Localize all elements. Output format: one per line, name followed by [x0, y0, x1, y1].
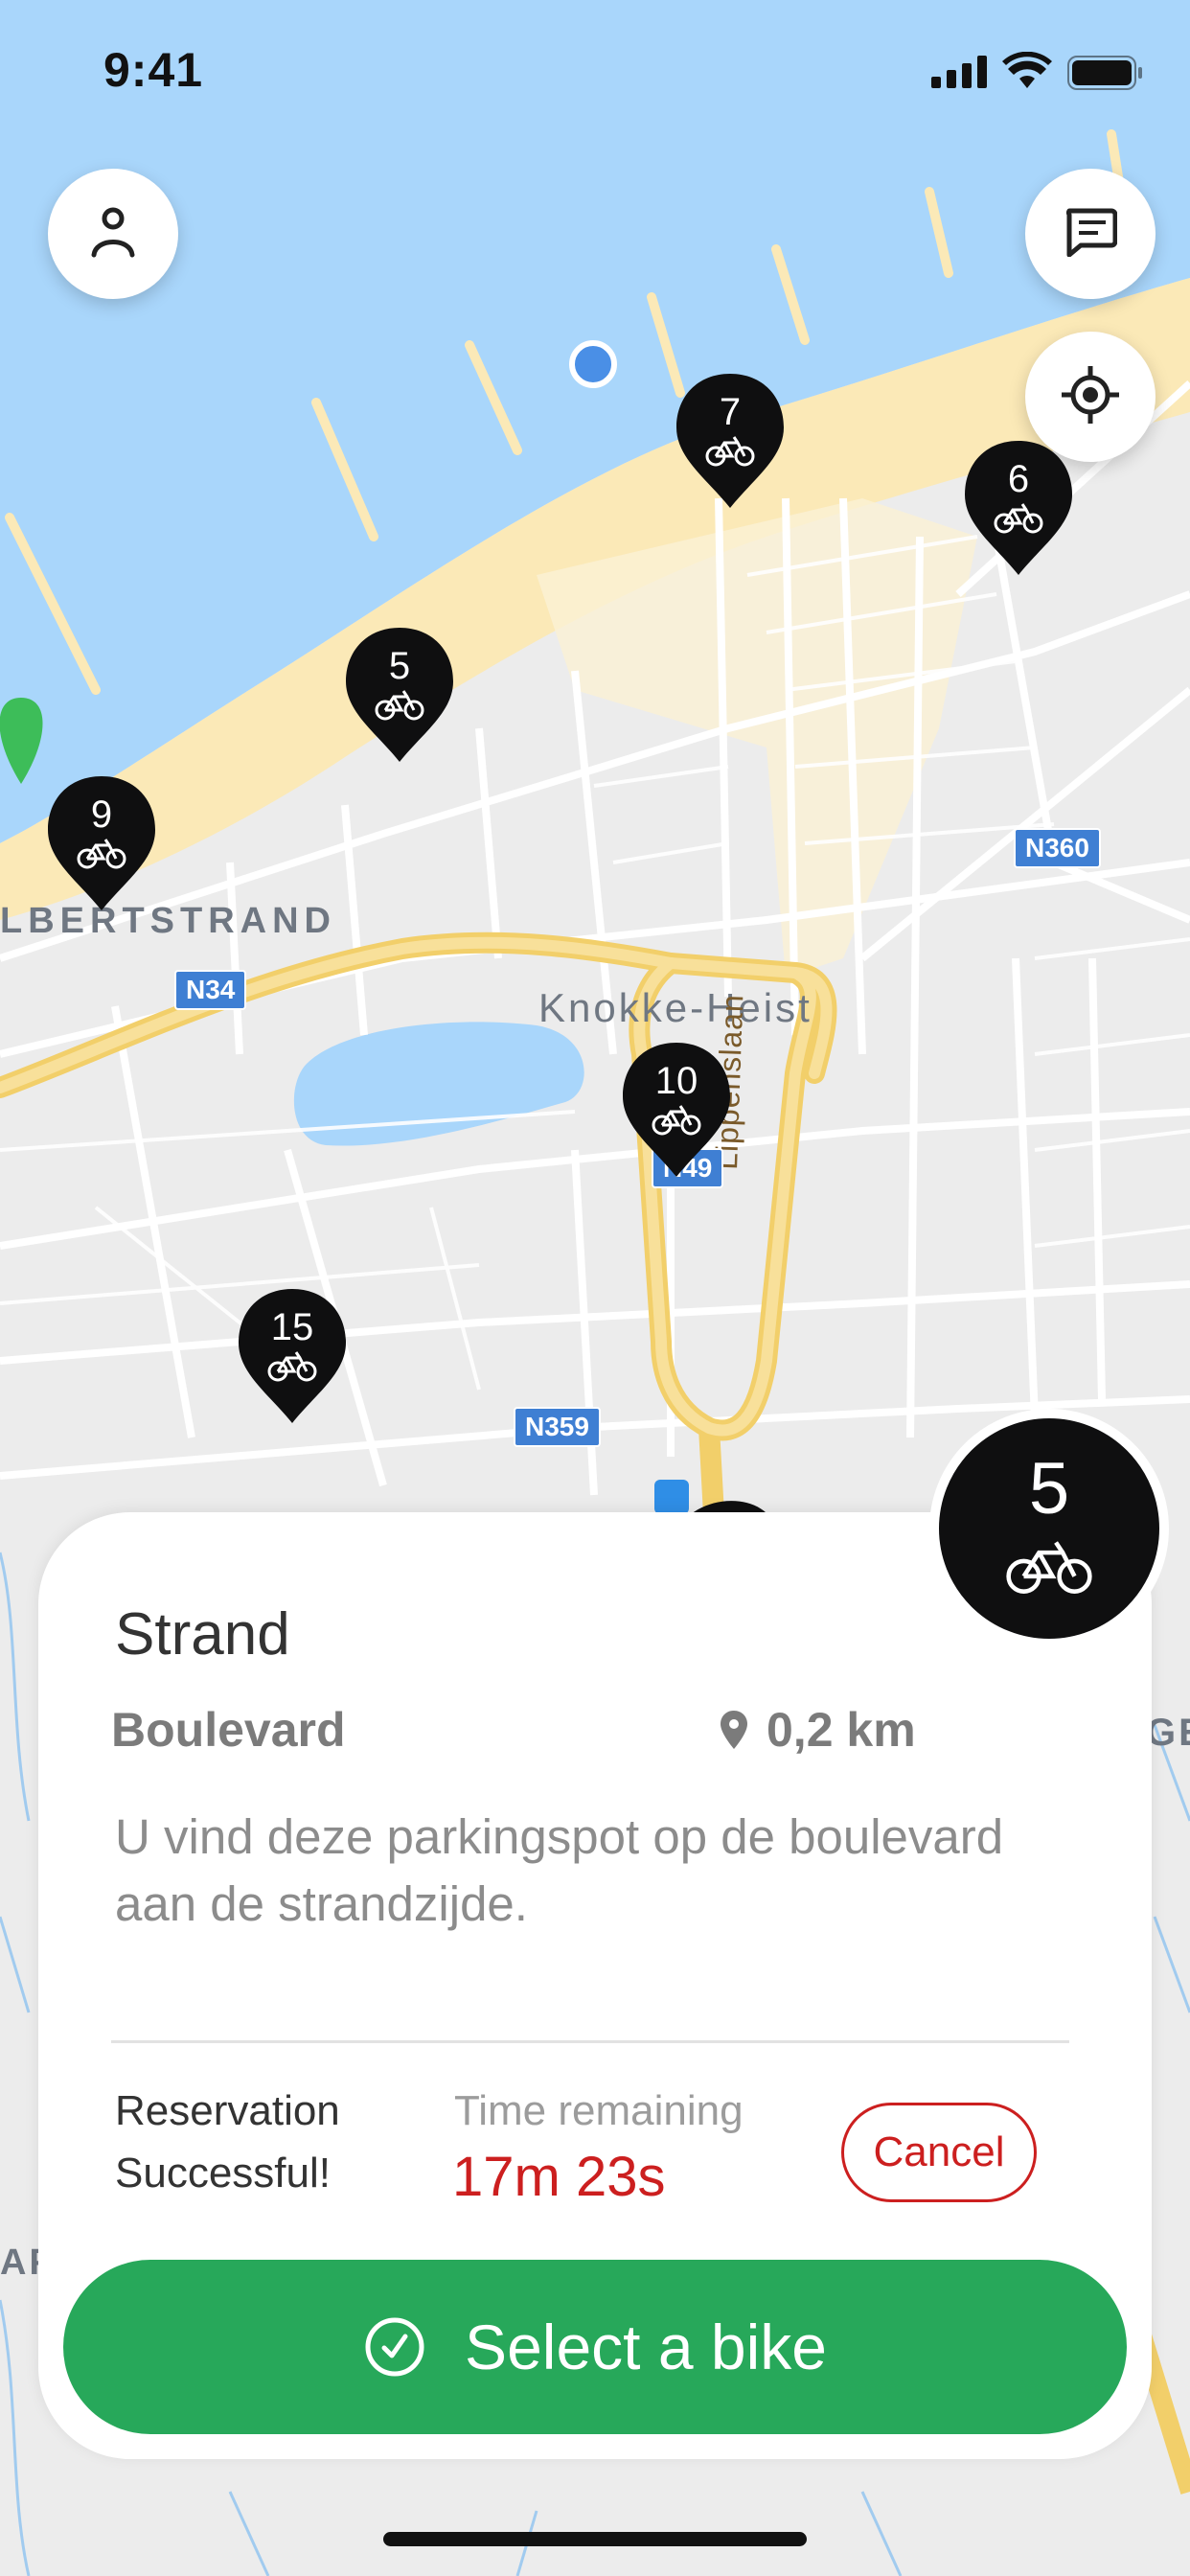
cancel-label: Cancel: [873, 2128, 1005, 2175]
chat-icon: [1064, 207, 1118, 262]
marker-count: 15: [270, 1306, 314, 1348]
road-badge-n359: N359: [514, 1407, 601, 1447]
bike-icon: [705, 436, 755, 467]
bike-icon: [994, 503, 1043, 534]
station-marker[interactable]: 6: [965, 441, 1072, 575]
selected-station-count: 5: [1028, 1448, 1070, 1530]
bike-icon: [1006, 1541, 1092, 1594]
place-label-edge-right: GE: [1146, 1712, 1190, 1754]
status-time: 9:41: [103, 43, 204, 97]
station-marker[interactable]: 7: [676, 374, 784, 508]
check-circle-icon: [365, 2317, 424, 2377]
time-remaining-label: Time remaining: [454, 2087, 744, 2134]
divider: [111, 2040, 1069, 2043]
battery-icon: [1067, 56, 1144, 95]
marker-count: 6: [1007, 458, 1030, 500]
station-marker[interactable]: 10: [623, 1043, 730, 1177]
reservation-status: Reservation Successful!: [115, 2087, 340, 2196]
station-marker[interactable]: 5: [346, 628, 453, 762]
place-label-knokke-heist: Knokke-Heist: [538, 985, 812, 1030]
cancel-reservation-button[interactable]: Cancel: [841, 2103, 1037, 2202]
bike-icon: [267, 1351, 317, 1382]
marker-count: 5: [388, 645, 411, 687]
station-description: U vind deze parkingspot op de boulevard …: [115, 1809, 1004, 1931]
person-icon: [90, 205, 136, 264]
home-indicator[interactable]: [383, 2532, 807, 2546]
marker-count: 7: [719, 391, 742, 433]
select-bike-button[interactable]: Select a bike: [63, 2260, 1127, 2434]
location-pin-icon: [721, 1711, 747, 1749]
station-street: Boulevard: [111, 1703, 346, 1757]
bike-icon: [652, 1105, 701, 1136]
wifi-icon: [1002, 51, 1052, 93]
station-marker[interactable]: 9: [48, 776, 155, 910]
marker-count: 9: [90, 794, 113, 836]
chat-button[interactable]: [1025, 169, 1156, 299]
bike-icon: [77, 839, 126, 869]
station-name: Strand: [115, 1601, 290, 1668]
selected-station-marker[interactable]: 5: [929, 1409, 1169, 1648]
station-marker[interactable]: 15: [239, 1289, 346, 1423]
bike-icon: [375, 690, 424, 721]
time-remaining-value: 17m 23s: [452, 2146, 666, 2208]
locate-icon: [1060, 364, 1121, 430]
station-distance: 0,2 km: [721, 1702, 916, 1758]
distance-value: 0,2 km: [767, 1703, 916, 1757]
road-badge-n360: N360: [1014, 828, 1101, 868]
select-bike-label: Select a bike: [465, 2312, 827, 2382]
road-badge-n34: N34: [174, 970, 247, 1010]
signal-icon: [931, 56, 989, 93]
marker-count: 10: [654, 1060, 698, 1102]
profile-button[interactable]: [48, 169, 178, 299]
